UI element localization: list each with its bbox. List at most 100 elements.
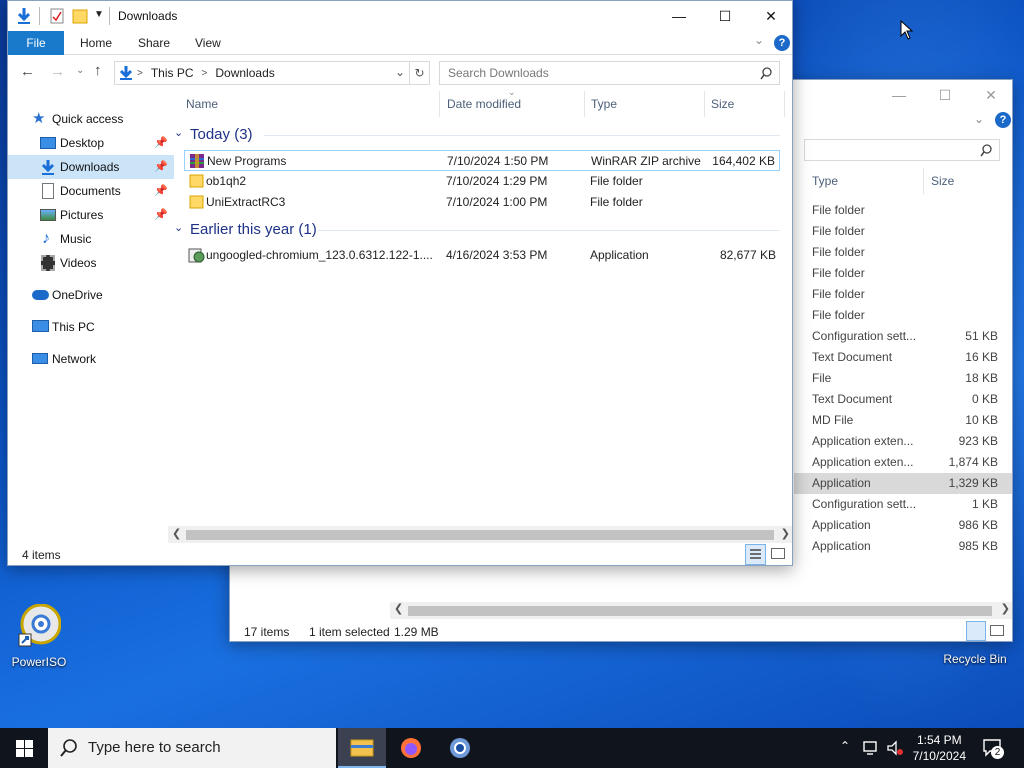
breadcrumb-downloads[interactable]: Downloads: [215, 66, 274, 80]
list-item[interactable]: Text Document 0 KB: [794, 389, 1012, 410]
address-history-chevron-icon[interactable]: ⌄: [395, 65, 405, 79]
large-icons-view-button[interactable]: [771, 548, 785, 559]
show-hidden-icons-chevron-icon[interactable]: ⌃: [840, 739, 850, 753]
forward-arrow-icon[interactable]: →: [50, 63, 65, 80]
sidebar-item-music[interactable]: ♪ Music: [8, 227, 174, 251]
column-header-date-modified[interactable]: Date modified: [447, 91, 521, 117]
horizontal-scrollbar[interactable]: ❮ ❯: [168, 526, 792, 543]
taskbar-clock[interactable]: 1:54 PM 7/10/2024: [913, 732, 966, 764]
sidebar-item-videos[interactable]: Videos: [8, 251, 174, 275]
taskbar-chromium[interactable]: [436, 728, 484, 768]
pin-icon[interactable]: 📌: [154, 203, 168, 227]
column-header-size[interactable]: Size: [711, 91, 734, 117]
sidebar-item-pictures[interactable]: Pictures 📌: [8, 203, 174, 227]
column-header-type[interactable]: Type: [591, 91, 617, 117]
new-folder-icon[interactable]: [72, 8, 88, 24]
sidebar-item-desktop[interactable]: Desktop 📌: [8, 131, 174, 155]
tab-share[interactable]: Share: [124, 31, 184, 55]
column-separator[interactable]: [439, 91, 440, 117]
file-row-new-programs[interactable]: New Programs 7/10/2024 1:50 PM WinRAR ZI…: [184, 150, 780, 171]
list-item[interactable]: File folder: [794, 221, 1012, 242]
list-item[interactable]: File folder: [794, 284, 1012, 305]
list-item[interactable]: Application 986 KB: [794, 515, 1012, 536]
refresh-icon[interactable]: ↻: [410, 61, 430, 85]
taskbar-file-explorer[interactable]: [338, 728, 386, 768]
column-separator[interactable]: [923, 168, 924, 194]
help-icon[interactable]: ?: [995, 112, 1011, 128]
search-input[interactable]: [804, 139, 1000, 161]
file-row-ungoogled-chromium[interactable]: ungoogled-chromium_123.0.6312.122-1.... …: [184, 245, 780, 266]
properties-icon[interactable]: [50, 8, 64, 24]
list-item[interactable]: File folder: [794, 305, 1012, 326]
column-separator[interactable]: [784, 91, 785, 117]
file-row-ob1qh2[interactable]: ob1qh2 7/10/2024 1:29 PM File folder: [184, 171, 780, 192]
sidebar-item-network[interactable]: Network: [8, 347, 174, 371]
group-header-today[interactable]: Today (3): [190, 126, 253, 143]
navigation-pane[interactable]: ★ Quick access Desktop 📌 Downloads 📌 Doc…: [8, 107, 174, 371]
tab-view[interactable]: View: [181, 31, 235, 55]
quick-access-toolbar-dropdown-icon[interactable]: ▼: [94, 9, 104, 20]
column-separator[interactable]: [584, 91, 585, 117]
breadcrumb-this-pc[interactable]: This PC: [151, 66, 194, 80]
sidebar-item-documents[interactable]: Documents 📌: [8, 179, 174, 203]
back-arrow-icon[interactable]: ←: [20, 63, 35, 80]
list-item[interactable]: File folder: [794, 242, 1012, 263]
breadcrumb-separator[interactable]: >: [137, 68, 143, 79]
minimize-button[interactable]: —: [656, 1, 702, 31]
list-item[interactable]: Application exten... 923 KB: [794, 431, 1012, 452]
search-icon[interactable]: [760, 67, 773, 80]
breadcrumb-separator[interactable]: >: [202, 68, 208, 79]
close-button[interactable]: ✕: [748, 1, 792, 31]
details-view-button[interactable]: [745, 544, 766, 565]
column-header-name[interactable]: Name: [186, 91, 218, 117]
desktop-icon-poweriso[interactable]: PowerISO: [4, 603, 74, 669]
tab-file[interactable]: File: [8, 31, 64, 55]
sidebar-item-quick-access[interactable]: ★ Quick access: [8, 107, 174, 131]
list-item[interactable]: Configuration sett... 51 KB: [794, 326, 1012, 347]
windows-start-icon[interactable]: [16, 740, 33, 757]
list-item[interactable]: Application exten... 1,874 KB: [794, 452, 1012, 473]
column-header-type[interactable]: Type: [812, 174, 838, 188]
help-icon[interactable]: ?: [774, 35, 790, 51]
ribbon-expand-chevron-icon[interactable]: ⌄: [974, 112, 984, 126]
sidebar-item-this-pc[interactable]: This PC: [8, 315, 174, 339]
group-collapse-chevron-icon[interactable]: ⌄: [174, 221, 183, 234]
group-collapse-chevron-icon[interactable]: ⌄: [174, 126, 183, 139]
sidebar-item-onedrive[interactable]: OneDrive: [8, 283, 174, 307]
sidebar-item-downloads[interactable]: Downloads 📌: [8, 155, 174, 179]
network-status-icon[interactable]: [862, 740, 880, 756]
list-item[interactable]: Text Document 16 KB: [794, 347, 1012, 368]
list-item[interactable]: File folder: [794, 263, 1012, 284]
ribbon-expand-chevron-icon[interactable]: ⌄: [754, 33, 764, 47]
pin-icon[interactable]: 📌: [154, 155, 168, 179]
list-item[interactable]: File 18 KB: [794, 368, 1012, 389]
list-item-selected[interactable]: Application 1,329 KB: [794, 473, 1012, 494]
group-header-earlier-this-year[interactable]: Earlier this year (1): [190, 221, 317, 238]
minimize-button[interactable]: —: [876, 80, 922, 110]
large-icons-view-button[interactable]: [990, 625, 1004, 636]
file-row-uniextractrc3[interactable]: UniExtractRC3 7/10/2024 1:00 PM File fol…: [184, 192, 780, 213]
scrollbar-thumb[interactable]: [408, 606, 992, 616]
scroll-left-arrow-icon[interactable]: ❮: [394, 602, 403, 615]
scroll-left-arrow-icon[interactable]: ❮: [172, 527, 181, 540]
recent-locations-dropdown-icon[interactable]: ⌄: [76, 65, 84, 76]
details-view-button[interactable]: [966, 621, 986, 641]
horizontal-scrollbar[interactable]: ❮ ❯: [390, 602, 1012, 619]
explorer-window-downloads[interactable]: ▼ Downloads — ☐ ✕ File Home Share View ⌄…: [7, 0, 793, 566]
scrollbar-thumb[interactable]: [186, 530, 774, 540]
pin-icon[interactable]: 📌: [154, 131, 168, 155]
volume-muted-icon[interactable]: [886, 740, 904, 756]
list-item[interactable]: Configuration sett... 1 KB: [794, 494, 1012, 515]
address-bar[interactable]: > This PC > Downloads ⌄: [114, 61, 410, 85]
taskbar-firefox[interactable]: [387, 728, 435, 768]
scroll-right-arrow-icon[interactable]: ❯: [1001, 602, 1010, 615]
maximize-button[interactable]: ☐: [922, 80, 968, 110]
back-file-list[interactable]: File folder File folder File folder File…: [794, 200, 1012, 641]
taskbar-search-box[interactable]: Type here to search: [48, 728, 336, 768]
maximize-button[interactable]: ☐: [702, 1, 748, 31]
list-item[interactable]: Application 985 KB: [794, 536, 1012, 557]
column-header-size[interactable]: Size: [931, 174, 954, 188]
list-item[interactable]: MD File 10 KB: [794, 410, 1012, 431]
scroll-right-arrow-icon[interactable]: ❯: [781, 527, 790, 540]
list-item[interactable]: File folder: [794, 200, 1012, 221]
